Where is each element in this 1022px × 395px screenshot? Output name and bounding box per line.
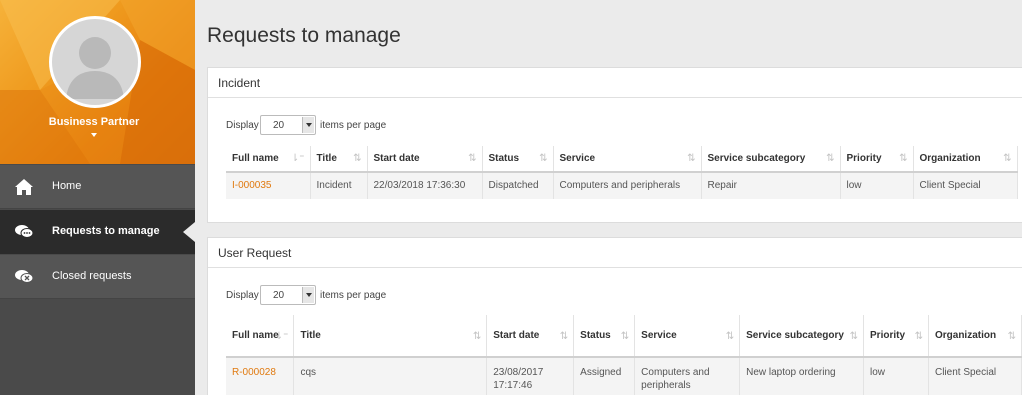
column-header-title[interactable]: Title ⇅ xyxy=(293,315,488,358)
sort-icon[interactable]: ⇅ xyxy=(560,330,568,343)
panel-title: Incident xyxy=(208,68,1022,98)
page-size-value: 20 xyxy=(273,290,285,301)
page-size-select[interactable]: 20 xyxy=(260,285,316,305)
incident-table: Full name ⇂⁼ Title ⇅ Start date ⇅ Status ⇅ S… xyxy=(226,146,1018,199)
column-header-status[interactable]: Status ⇅ xyxy=(573,315,636,358)
table-cell: Client Special xyxy=(913,172,1018,199)
sidebar-item-label: Requests to manage xyxy=(52,225,160,237)
sort-icon[interactable]: ⇅ xyxy=(1003,153,1011,164)
table-cell: Dispatched xyxy=(482,172,554,199)
user-request-table: Full name ⇂⁼ Title ⇅ Start date ⇅ Status ⇅ S… xyxy=(226,315,1022,395)
sort-icon[interactable]: ⇅ xyxy=(539,153,547,164)
column-header-start-date[interactable]: Start date ⇅ xyxy=(367,146,483,173)
profile-name[interactable]: Business Partner xyxy=(0,116,188,128)
chevron-down-icon[interactable] xyxy=(302,117,314,133)
table-cell: Repair xyxy=(701,172,841,199)
column-header-full-name[interactable]: Full name ⇂⁼ xyxy=(226,315,295,358)
chat-bubbles-icon xyxy=(14,223,34,241)
home-icon xyxy=(14,178,34,196)
page-size-control: Display 20 items per page xyxy=(226,285,386,305)
sort-icon[interactable]: ⇅ xyxy=(899,153,907,164)
table-cell: low xyxy=(840,172,914,199)
column-header-service[interactable]: Service ⇅ xyxy=(634,315,741,358)
page-title: Requests to manage xyxy=(207,24,401,47)
sort-desc-icon[interactable]: ⇂⁼ xyxy=(291,153,305,164)
closed-bubbles-icon xyxy=(14,268,34,286)
sort-icon[interactable]: ⇅ xyxy=(621,330,629,343)
ticket-link[interactable]: I-000035 xyxy=(226,172,311,199)
items-per-page-label: items per page xyxy=(320,120,387,131)
sort-icon[interactable]: ⇅ xyxy=(353,153,361,164)
display-label: Display xyxy=(226,120,259,131)
sidebar-item-home[interactable]: Home xyxy=(0,165,195,209)
sidebar: Business Partner Home Requests to manage xyxy=(0,0,195,395)
column-header-service[interactable]: Service ⇅ xyxy=(553,146,702,173)
sidebar-item-label: Home xyxy=(52,180,82,192)
sidebar-item-label: Closed requests xyxy=(52,270,132,282)
sort-icon[interactable]: ⇅ xyxy=(468,153,476,164)
page-size-control: Display 20 items per page xyxy=(226,115,386,135)
column-header-start-date[interactable]: Start date ⇅ xyxy=(486,315,575,358)
table-cell: 23/08/2017 17:17:46 xyxy=(486,357,575,395)
panel-title: User Request xyxy=(208,238,1022,268)
column-header-full-name[interactable]: Full name ⇂⁼ xyxy=(226,146,311,173)
table-cell: Client Special xyxy=(928,357,1022,395)
table-cell: Incident xyxy=(310,172,368,199)
user-silhouette-icon xyxy=(66,37,124,99)
table-cell: low xyxy=(863,357,929,395)
column-header-organization[interactable]: Organization ⇅ xyxy=(928,315,1022,358)
column-header-priority[interactable]: Priority ⇅ xyxy=(863,315,929,358)
table-cell: 22/03/2018 17:36:30 xyxy=(367,172,483,199)
table-cell: cqs xyxy=(293,357,488,395)
table-cell: New laptop ordering xyxy=(739,357,865,395)
chevron-down-icon[interactable] xyxy=(302,287,314,303)
sort-desc-icon[interactable]: ⇂⁼ xyxy=(275,330,289,343)
table-cell: Assigned xyxy=(573,357,636,395)
incident-panel: Incident Display 20 items per page Full … xyxy=(207,67,1022,223)
sidebar-item-closed-requests[interactable]: Closed requests xyxy=(0,255,195,299)
page-size-value: 20 xyxy=(273,120,285,131)
column-header-priority[interactable]: Priority ⇅ xyxy=(840,146,914,173)
items-per-page-label: items per page xyxy=(320,290,387,301)
sort-icon[interactable]: ⇅ xyxy=(473,330,481,343)
column-header-title[interactable]: Title ⇅ xyxy=(310,146,368,173)
ticket-link[interactable]: R-000028 xyxy=(226,357,295,395)
chevron-down-icon[interactable] xyxy=(91,133,97,137)
table-row[interactable]: R-000028 cqs 23/08/2017 17:17:46 Assigne… xyxy=(226,357,1022,395)
sort-icon[interactable]: ⇅ xyxy=(1008,330,1016,343)
sort-icon[interactable]: ⇅ xyxy=(726,330,734,343)
profile-panel: Business Partner xyxy=(0,0,195,164)
sort-icon[interactable]: ⇅ xyxy=(687,153,695,164)
table-cell: Computers and peripherals xyxy=(634,357,741,395)
display-label: Display xyxy=(226,290,259,301)
sort-icon[interactable]: ⇅ xyxy=(850,330,858,343)
column-header-service-subcategory[interactable]: Service subcategory ⇅ xyxy=(701,146,841,173)
column-header-organization[interactable]: Organization ⇅ xyxy=(913,146,1018,173)
sort-icon[interactable]: ⇅ xyxy=(826,153,834,164)
user-request-panel: User Request Display 20 items per page F… xyxy=(207,237,1022,395)
table-cell: Computers and peripherals xyxy=(553,172,702,199)
column-header-service-subcategory[interactable]: Service subcategory ⇅ xyxy=(739,315,865,358)
table-row[interactable]: I-000035 Incident 22/03/2018 17:36:30 Di… xyxy=(226,172,1018,199)
active-indicator xyxy=(183,222,195,242)
avatar[interactable] xyxy=(49,16,141,108)
page-size-select[interactable]: 20 xyxy=(260,115,316,135)
sidebar-item-requests-to-manage[interactable]: Requests to manage xyxy=(0,210,195,254)
sort-icon[interactable]: ⇅ xyxy=(915,330,923,343)
column-header-status[interactable]: Status ⇅ xyxy=(482,146,554,173)
